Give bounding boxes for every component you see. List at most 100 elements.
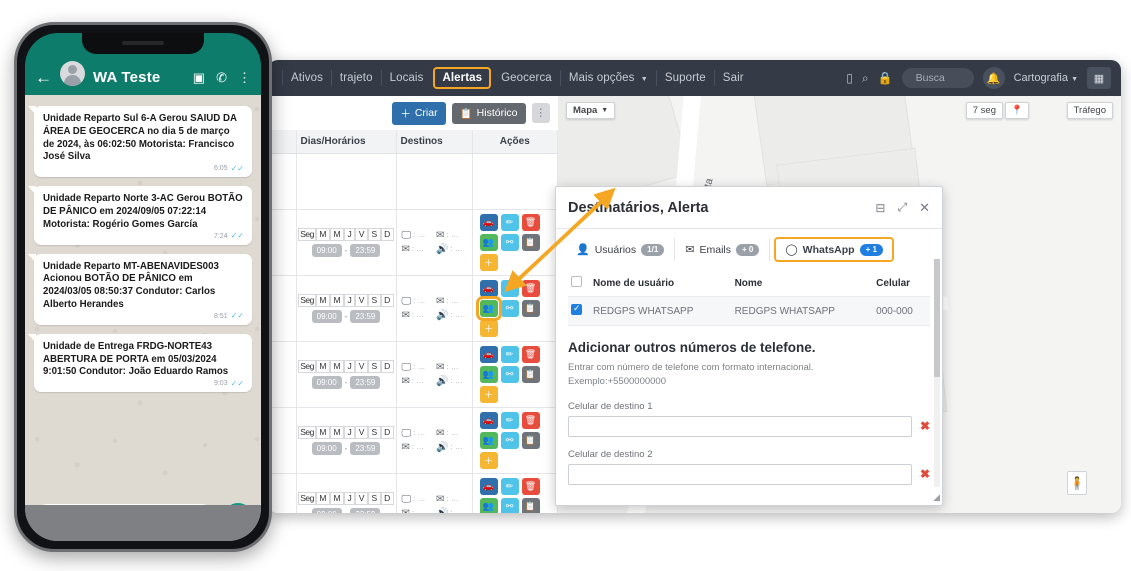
day-chip[interactable]: M (315, 227, 330, 242)
action-recipients-users-icon[interactable]: 👥 (475, 296, 502, 321)
action-vehicle-icon[interactable]: 🚗 (479, 412, 498, 429)
action-delete-trash-icon[interactable]: 🗑 (521, 214, 540, 231)
row-checkbox-cell[interactable] (568, 296, 590, 326)
arrow-left-icon[interactable]: ← (35, 69, 52, 86)
action-delete-trash-icon[interactable]: 🗑 (521, 412, 540, 429)
day-chip[interactable]: D (380, 491, 394, 506)
day-chip[interactable]: D (380, 227, 394, 242)
action-vehicle-icon[interactable]: 🚗 (479, 214, 498, 231)
day-chip[interactable]: S (367, 359, 381, 374)
day-chip[interactable]: S (367, 491, 381, 506)
action-edit-pencil-icon[interactable]: ✏ (500, 280, 519, 297)
action-vehicle-icon[interactable]: 🚗 (479, 478, 498, 495)
phone-icon[interactable]: ✆ (216, 70, 227, 86)
day-chip[interactable]: D (380, 293, 394, 308)
action-clipboard-icon[interactable]: 📋 (521, 498, 540, 513)
table-row[interactable]: SegMMJVSD09:00-23:59🖵: ...✉: ...✉: ...🔊:… (268, 275, 558, 342)
action-share-nodes-icon[interactable]: ⚯ (500, 366, 519, 383)
day-chip[interactable]: Seg (298, 227, 316, 242)
action-recipients-users-icon[interactable]: 👥 (479, 234, 498, 251)
modal-scrollbar-thumb[interactable] (934, 259, 940, 377)
action-recipients-users-icon[interactable]: 👥 (479, 432, 498, 449)
day-chip[interactable]: V (355, 425, 368, 440)
modal-scrollbar[interactable] (934, 259, 940, 487)
day-chip[interactable]: M (329, 359, 345, 374)
table-row[interactable]: REDGPS WHATSAPP REDGPS WHATSAPP 000-000 (568, 296, 930, 326)
message-bubble[interactable]: Unidade Reparto MT-ABENAVIDES003 Acionou… (28, 253, 252, 325)
action-recipients-users-icon[interactable]: 👥 (479, 366, 498, 383)
message-bubble[interactable]: Unidade Reparto Sul 6-A Gerou SAIUD DA Á… (28, 106, 252, 178)
action-edit-pencil-icon[interactable]: ✏ (500, 478, 519, 495)
day-chip[interactable]: V (355, 491, 368, 506)
action-clipboard-icon[interactable]: 📋 (521, 366, 540, 383)
search-input[interactable]: Busca (901, 68, 974, 88)
nav-item-alertas[interactable]: Alertas (433, 67, 492, 89)
day-chip[interactable]: M (315, 293, 330, 308)
checkbox-select-all[interactable] (571, 276, 582, 287)
tab-usuarios[interactable]: 👤 Usuários 1/1 (566, 238, 676, 261)
tab-whatsapp[interactable]: ◯ WhatsApp + 1 (774, 237, 894, 262)
cartografia-dropdown[interactable]: Cartografia ▼ (1014, 72, 1078, 84)
expand-diagonal-icon[interactable]: ⤢ (897, 200, 907, 215)
day-chip[interactable]: S (367, 293, 381, 308)
day-chip[interactable]: M (315, 491, 330, 506)
action-add-plus-icon[interactable]: ＋ (479, 386, 498, 403)
action-delete-trash-icon[interactable]: 🗑 (521, 280, 540, 297)
nav-item-suporte[interactable]: Suporte (657, 68, 714, 88)
day-chip[interactable]: J (344, 425, 356, 440)
table-row[interactable]: SegMMJVSD09:00-23:59🖵: ...✉: ...✉: ...🔊:… (268, 209, 558, 276)
traffic-toggle[interactable]: Tráfego (1066, 102, 1113, 119)
nav-item-ativos[interactable]: Ativos (283, 68, 331, 88)
create-button[interactable]: ＋ Criar (392, 101, 446, 125)
day-chip[interactable]: J (344, 227, 356, 242)
video-camera-icon[interactable]: ▣ (193, 70, 205, 86)
action-recipients-users-icon[interactable]: 👥 (479, 498, 498, 513)
action-clipboard-icon[interactable]: 📋 (521, 432, 540, 449)
day-chip[interactable]: D (380, 425, 394, 440)
grid-icon[interactable]: ▦ (1087, 67, 1111, 89)
table-row[interactable]: SegMMJVSD09:00-23:59🖵: ...✉: ...✉: ...🔊:… (268, 407, 558, 474)
more-options-button[interactable]: ⋮ (531, 103, 550, 123)
day-chip[interactable]: J (344, 491, 356, 506)
avatar[interactable] (60, 61, 85, 86)
day-chip[interactable]: Seg (298, 425, 316, 440)
message-bubble[interactable]: Unidade Reparto Norte 3-AC Gerou BOTÃO D… (28, 186, 252, 245)
nav-item-locais[interactable]: Locais (382, 68, 432, 88)
action-add-plus-icon[interactable]: ＋ (479, 254, 498, 271)
celular-destino-2-input[interactable] (568, 463, 912, 485)
day-chip[interactable]: M (329, 227, 345, 242)
day-chip[interactable]: V (355, 359, 368, 374)
day-chip[interactable]: Seg (298, 293, 316, 308)
search-icon[interactable]: ⌕ (862, 71, 869, 86)
day-chip[interactable]: D (380, 359, 394, 374)
action-add-plus-icon[interactable]: ＋ (479, 452, 498, 469)
day-chip[interactable]: J (344, 293, 356, 308)
kebab-menu-icon[interactable]: ⋮ (238, 70, 251, 86)
nav-item-mais-opcoes[interactable]: Mais opções ▼ (561, 68, 656, 88)
day-chip[interactable]: V (355, 227, 368, 242)
mapa-dropdown[interactable]: Mapa ▼ (566, 102, 616, 119)
nav-item-sair[interactable]: Sair (715, 68, 752, 88)
day-chip[interactable]: M (315, 425, 330, 440)
day-chip[interactable]: Seg (298, 491, 316, 506)
recipients-select-all[interactable] (568, 270, 590, 297)
day-chip[interactable]: S (367, 227, 381, 242)
delete-x-icon[interactable]: ✖ (920, 419, 930, 433)
lock-icon[interactable]: 🔒 (878, 71, 893, 85)
mobile-device-icon[interactable]: ▯ (846, 71, 853, 85)
nav-item-trajeto[interactable]: trajeto (332, 68, 381, 88)
day-chip[interactable]: J (344, 359, 356, 374)
action-delete-trash-icon[interactable]: 🗑 (521, 346, 540, 363)
minimize-icon[interactable]: ⊟ (875, 201, 885, 215)
celular-destino-1-input[interactable] (568, 415, 912, 437)
delete-x-icon[interactable]: ✖ (920, 467, 930, 481)
table-row[interactable] (268, 153, 558, 210)
nav-item-geocerca[interactable]: Geocerca (493, 68, 560, 88)
close-x-icon[interactable]: ✕ (919, 200, 930, 216)
bell-icon[interactable]: 🔔 (982, 67, 1005, 89)
action-add-plus-icon[interactable]: ＋ (479, 320, 498, 337)
day-chip[interactable]: M (315, 359, 330, 374)
pegman-icon[interactable]: 🧍 (1067, 471, 1087, 495)
day-chip[interactable]: V (355, 293, 368, 308)
day-chip[interactable]: S (367, 425, 381, 440)
